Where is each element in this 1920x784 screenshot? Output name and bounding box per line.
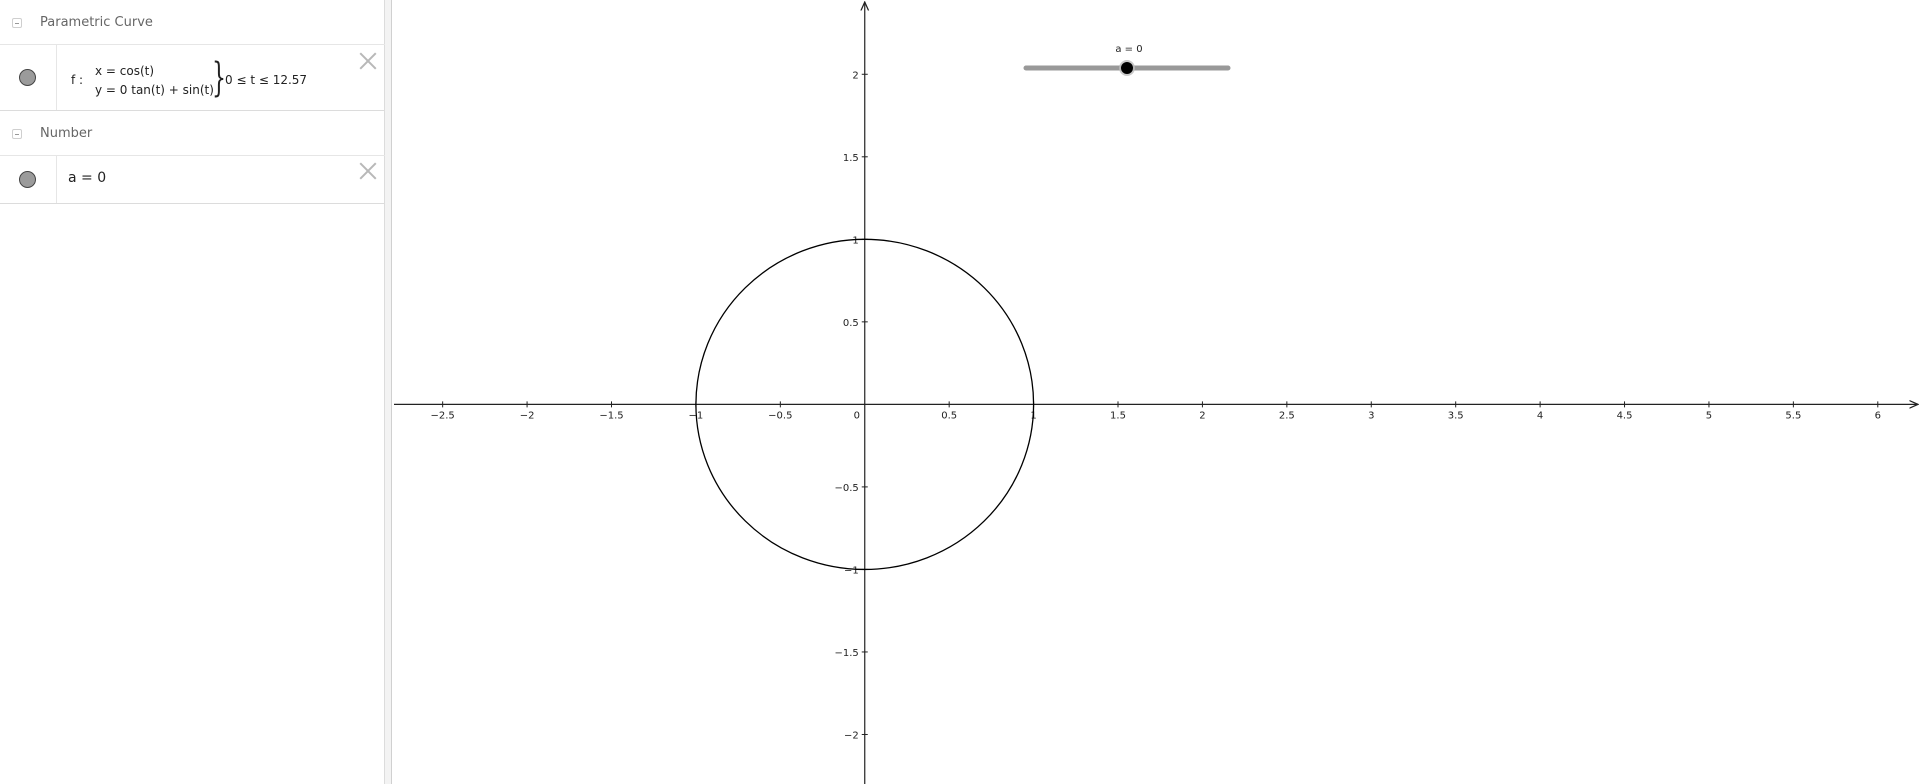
- x-tick-label: 2.5: [1279, 410, 1295, 421]
- x-tick-label: 0.5: [941, 410, 957, 421]
- graphics-view[interactable]: −2.5 −2 −1.5 −1 −0.5 0 0.5 1 1.5 2 2.5 3 3.5 4 4.5 5 5.5…: [392, 0, 1920, 784]
- panel-splitter[interactable]: [385, 0, 392, 784]
- slider-knob[interactable]: [1121, 62, 1133, 74]
- x-tick-label: 5: [1706, 410, 1712, 421]
- x-tick-label: 3: [1368, 410, 1374, 421]
- geogebra-app: Parametric Curve f : x = cos(t) y = 0 ta…: [0, 0, 1920, 784]
- x-tick-label: 6: [1875, 410, 1881, 421]
- y-tick-label: 1.5: [843, 153, 859, 164]
- y-tick-label: 0.5: [843, 318, 859, 329]
- x-tick-label: 4.5: [1617, 410, 1633, 421]
- x-tick-label: 1.5: [1110, 410, 1126, 421]
- y-tick-label: −1: [844, 565, 859, 576]
- x-tick-label: −2.5: [431, 410, 455, 421]
- delete-icon[interactable]: [359, 162, 377, 180]
- collapse-group-icon[interactable]: [12, 129, 22, 139]
- visibility-toggle-icon[interactable]: [19, 171, 36, 188]
- curve-name-label: f :: [71, 73, 84, 87]
- slider-label: a = 0: [1115, 44, 1142, 55]
- x-tick-label: −1.5: [599, 410, 623, 421]
- group-header-number[interactable]: Number: [0, 111, 385, 156]
- algebra-item-curve-f[interactable]: f : x = cos(t) y = 0 tan(t) + sin(t) } 0…: [0, 45, 385, 111]
- y-tick-label: −1.5: [834, 648, 858, 659]
- x-tick-label: 5.5: [1785, 410, 1801, 421]
- x-tick-label: 3.5: [1448, 410, 1464, 421]
- marble-cell: [0, 156, 57, 203]
- algebra-panel: Parametric Curve f : x = cos(t) y = 0 ta…: [0, 0, 385, 784]
- y-tick-label: −0.5: [834, 483, 858, 494]
- y-tick-label: −2: [844, 730, 859, 741]
- y-tick-label: 2: [852, 70, 858, 81]
- curve-x-equation[interactable]: x = cos(t): [95, 64, 154, 78]
- marble-cell: [0, 45, 57, 110]
- number-definition[interactable]: a = 0: [68, 170, 106, 186]
- x-tick-label: 0: [854, 410, 860, 421]
- curve-parameter-range[interactable]: 0 ≤ t ≤ 12.57: [225, 73, 307, 87]
- graphics-canvas[interactable]: −2.5 −2 −1.5 −1 −0.5 0 0.5 1 1.5 2 2.5 3 3.5 4 4.5 5 5.5…: [392, 0, 1920, 784]
- collapse-group-icon[interactable]: [12, 18, 22, 28]
- group-header-parametric-curve[interactable]: Parametric Curve: [0, 0, 385, 45]
- x-tick-label: −2: [520, 410, 535, 421]
- algebra-item-number-a[interactable]: a = 0: [0, 156, 385, 204]
- x-tick-label: 2: [1199, 410, 1205, 421]
- x-tick-label: −0.5: [768, 410, 792, 421]
- curve-y-equation[interactable]: y = 0 tan(t) + sin(t): [95, 83, 214, 97]
- group-title: Number: [40, 126, 93, 141]
- visibility-toggle-icon[interactable]: [19, 69, 36, 86]
- delete-icon[interactable]: [359, 52, 377, 70]
- curly-brace-icon: }: [212, 55, 226, 101]
- y-tick-label: 1: [852, 235, 858, 246]
- group-title: Parametric Curve: [40, 15, 153, 30]
- x-tick-label: 4: [1537, 410, 1543, 421]
